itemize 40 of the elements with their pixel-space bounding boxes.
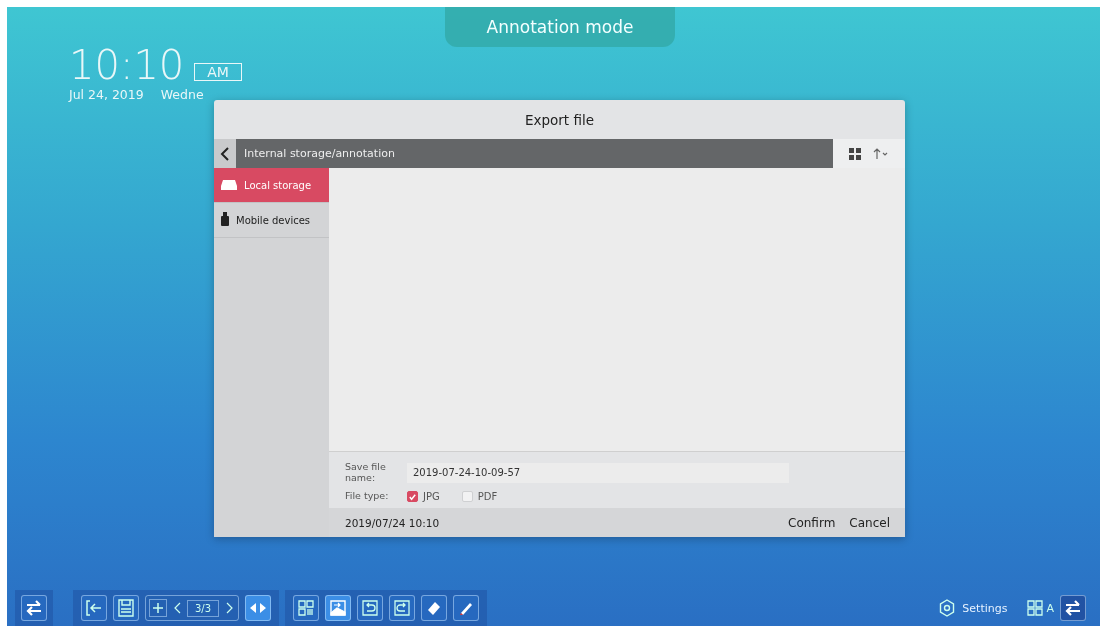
swap-icon[interactable]	[1060, 595, 1086, 621]
clock-period: AM	[194, 63, 242, 81]
timestamp: 2019/07/24 10:10	[345, 516, 441, 529]
page-indicator: 3/3	[187, 599, 220, 617]
dialog-button[interactable]: Confirm	[783, 515, 841, 530]
file-name-field[interactable]: 2019-07-24-10-09-57	[407, 462, 789, 483]
dialog-title: Export file	[523, 110, 595, 130]
save-icon[interactable]	[113, 595, 139, 621]
chevron-left-icon	[220, 146, 230, 161]
dialog-button[interactable]: Cancel	[844, 515, 895, 530]
sidebar-item[interactable]: Local storage	[214, 168, 329, 203]
clock-weekday: Wedne	[160, 87, 204, 102]
apps-label: A	[1046, 601, 1054, 615]
add-page-icon[interactable]	[149, 599, 167, 617]
clock-date: Jul 24, 2019	[69, 87, 144, 102]
usb-icon	[220, 212, 230, 228]
pen-icon[interactable]	[453, 595, 480, 621]
path-text: Internal storage/annotation	[244, 147, 396, 160]
select-icon[interactable]	[293, 595, 320, 621]
swap-icon[interactable]	[21, 595, 47, 621]
redo-icon[interactable]	[389, 595, 416, 621]
mode-banner: Annotation mode	[445, 7, 675, 47]
export-icon[interactable]	[325, 595, 352, 621]
exit-icon[interactable]	[81, 595, 107, 621]
checkbox[interactable]	[407, 491, 418, 502]
file-name-label: Save file name:	[345, 462, 387, 483]
settings-icon	[938, 599, 957, 617]
file-type-label: File type:	[345, 491, 390, 502]
file-type-option: JPG	[423, 491, 440, 502]
settings-button[interactable]: Settings	[938, 599, 1008, 617]
page-arrows-icon[interactable]	[245, 595, 272, 621]
back-button[interactable]	[214, 139, 236, 168]
clock-time: 10:10	[69, 45, 185, 85]
apps-icon[interactable]	[1027, 600, 1044, 616]
undo-icon[interactable]	[357, 595, 384, 621]
eraser-icon[interactable]	[421, 595, 448, 621]
file-type-option: PDF	[477, 491, 498, 502]
grid-view-icon[interactable]	[849, 147, 861, 160]
sort-icon[interactable]	[873, 147, 889, 160]
drive-icon	[220, 179, 238, 191]
